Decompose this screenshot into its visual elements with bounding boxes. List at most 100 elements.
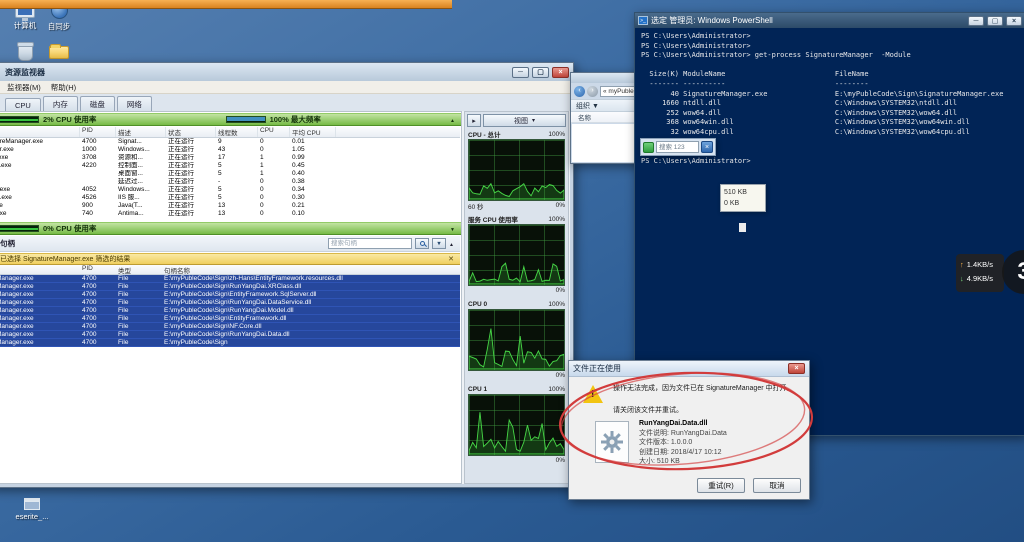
minimize-button[interactable] xyxy=(968,16,984,26)
cell-threads: 43 xyxy=(216,146,258,154)
handle-row[interactable]: Manager.exe4700FileE:\myPubleCode\Sign\R… xyxy=(0,283,460,291)
process-row[interactable]: er.exe1000Windows...正在运行4301.05 xyxy=(0,146,460,154)
powershell-titlebar[interactable]: 选定 管理员: Windows PowerShell xyxy=(635,13,1024,28)
clear-filter-icon[interactable]: ✕ xyxy=(448,255,454,263)
file-name: RunYangDai.Data.dll xyxy=(639,419,805,429)
tab[interactable]: 网络 xyxy=(117,96,152,111)
handle-row[interactable]: Manager.exe4700FileE:\myPubleCode\Sign\E… xyxy=(0,315,460,323)
tab[interactable]: CPU xyxy=(5,98,41,111)
cell-image: Manager.exe xyxy=(0,275,80,282)
process-row[interactable]: ureManager.exe4700Signat...正在运行900.01 xyxy=(0,138,460,146)
menu-help[interactable]: 帮助(H) xyxy=(51,82,76,93)
handle-row[interactable]: Manager.exe4700FileE:\myPubleCode\Sign\R… xyxy=(0,331,460,339)
search-options-button[interactable]: ▾ xyxy=(432,238,446,249)
handles-table-header: PID类型句柄名称 xyxy=(0,265,460,275)
cell-cpu: 0 xyxy=(258,202,290,210)
handle-row[interactable]: Manager.exe4700FileE:\myPubleCode\Sign xyxy=(0,339,460,347)
process-row[interactable]: .exe3708资源和...正在运行1710.99 xyxy=(0,154,460,162)
tab[interactable]: 内存 xyxy=(43,96,78,111)
network-speed-tooltip: 1.4KB/s 4.9KB/s xyxy=(956,254,1004,292)
services-section-header[interactable]: 0% CPU 使用率 xyxy=(0,222,461,235)
menu-monitor[interactable]: 监视器(M) xyxy=(7,82,41,93)
upload-icon xyxy=(960,258,964,272)
explorer-search-input[interactable] xyxy=(656,141,699,153)
cell-threads: 5 xyxy=(216,186,258,194)
process-row[interactable]: e.exe4526IIS 服...正在运行500.30 xyxy=(0,194,460,202)
retry-button[interactable]: 重试(R) xyxy=(697,478,745,493)
tab[interactable]: 磁盘 xyxy=(80,96,115,111)
handle-row[interactable]: Manager.exe4700FileE:\myPubleCode\Sign\N… xyxy=(0,323,460,331)
cancel-button[interactable]: 取消 xyxy=(753,478,801,493)
process-row[interactable]: r.exe4052Windows...正在运行500.34 xyxy=(0,186,460,194)
handle-row[interactable]: Manager.exe4700FileE:\myPubleCode\Sign\R… xyxy=(0,307,460,315)
cell-threads: 13 xyxy=(216,210,258,218)
panel-collapse-button[interactable] xyxy=(467,114,481,127)
process-row[interactable]: xe900Java(T...正在运行1300.21 xyxy=(0,202,460,210)
process-row[interactable]: -延迟过...正在运行-00.38 xyxy=(0,178,460,186)
resmon-titlebar[interactable]: 资源监视器 xyxy=(0,63,573,81)
console-selection-block xyxy=(739,223,746,232)
process-row[interactable]: e桌面窗...正在运行510.40 xyxy=(0,170,460,178)
cell-type: File xyxy=(116,331,162,338)
col-pid[interactable]: PID xyxy=(80,127,116,137)
col-handle-name[interactable]: 句柄名称 xyxy=(162,265,454,274)
organize-button[interactable]: 组织 ▼ xyxy=(576,101,599,111)
collapse-icon[interactable] xyxy=(450,224,455,233)
console-line: PS C:\Users\Administrator> xyxy=(641,157,1019,167)
cell-image: e xyxy=(0,170,80,178)
graph-min-label: 0% xyxy=(556,287,565,294)
handles-search-input[interactable] xyxy=(328,238,412,249)
minimize-button[interactable] xyxy=(512,67,529,78)
clear-search-button[interactable]: × xyxy=(701,141,713,153)
graph-min-label: 0% xyxy=(556,202,565,209)
graph-title: CPU 1 xyxy=(468,386,487,393)
cell-cpu: 0 xyxy=(258,194,290,202)
cell-handle-name: E:\myPubleCode\Sign\RunYangDai.DataServi… xyxy=(162,299,454,306)
cell-image: .exe xyxy=(0,154,80,162)
cell-status: 正在运行 xyxy=(166,178,216,186)
cell-image: r.exe xyxy=(0,186,80,194)
name-column-header[interactable]: 名称 xyxy=(578,112,591,122)
desktop-icon-bottom[interactable]: eserite_... xyxy=(4,498,60,521)
collapse-icon[interactable] xyxy=(449,239,454,248)
upload-speed: 1.4KB/s xyxy=(967,258,993,272)
col-pid[interactable]: PID xyxy=(80,265,116,274)
views-button[interactable]: 视图 xyxy=(483,114,566,127)
cell-image: xe xyxy=(0,202,80,210)
forward-button[interactable] xyxy=(587,86,598,97)
handle-row[interactable]: Manager.exe4700FileE:\myPubleCode\Sign\z… xyxy=(0,275,460,283)
close-button[interactable] xyxy=(1006,16,1022,26)
collapse-icon[interactable] xyxy=(450,115,455,124)
col-avg-cpu[interactable]: 平均 CPU xyxy=(290,127,336,137)
close-button[interactable] xyxy=(552,67,569,78)
filter-notice-text: 已选择 SignatureManager.exe 筛选的结果 xyxy=(0,254,130,264)
cell-avg-cpu: 0.38 xyxy=(290,178,336,186)
handle-row[interactable]: Manager.exe4700FileE:\myPubleCode\Sign\R… xyxy=(0,299,460,307)
resource-monitor-window: 资源监视器 监视器(M) 帮助(H) CPU内存磁盘网络 2% CPU 使用率 … xyxy=(0,62,574,488)
process-row[interactable]: exe740Antima...正在运行1300.10 xyxy=(0,210,460,218)
cpu-graphs: CPU - 总计100% 60 秒0% 服务 CPU 使用率100% 0% CP xyxy=(465,129,568,465)
cell-avg-cpu: 0.45 xyxy=(290,162,336,170)
col-desc[interactable]: 描述 xyxy=(116,127,166,137)
graph-max-label: 100% xyxy=(548,301,565,308)
folder-icon xyxy=(49,46,69,59)
cell-type: File xyxy=(116,339,162,346)
maximize-button[interactable] xyxy=(987,16,1003,26)
col-image[interactable] xyxy=(0,127,80,137)
cell-avg-cpu: 0.40 xyxy=(290,170,336,178)
cpu-section-header[interactable]: 2% CPU 使用率 100% 最大频率 xyxy=(0,113,461,126)
dialog-titlebar[interactable]: 文件正在使用 xyxy=(569,361,809,377)
col-status[interactable]: 状态 xyxy=(166,127,216,137)
back-button[interactable] xyxy=(574,86,585,97)
handle-row[interactable]: Manager.exe4700FileE:\myPubleCode\Sign\E… xyxy=(0,291,460,299)
file-size-tooltip: 510 KB 0 KB xyxy=(720,184,766,212)
maximize-button[interactable] xyxy=(532,67,549,78)
col-cpu[interactable]: CPU xyxy=(258,127,290,137)
col-image[interactable] xyxy=(0,265,80,274)
col-threads[interactable]: 线程数 xyxy=(216,127,258,137)
col-type[interactable]: 类型 xyxy=(116,265,162,274)
cell-pid: 4700 xyxy=(80,283,116,290)
close-button[interactable] xyxy=(788,363,805,374)
search-button[interactable] xyxy=(415,238,429,249)
process-row[interactable]: s.exe4220控制面...正在运行510.45 xyxy=(0,162,460,170)
